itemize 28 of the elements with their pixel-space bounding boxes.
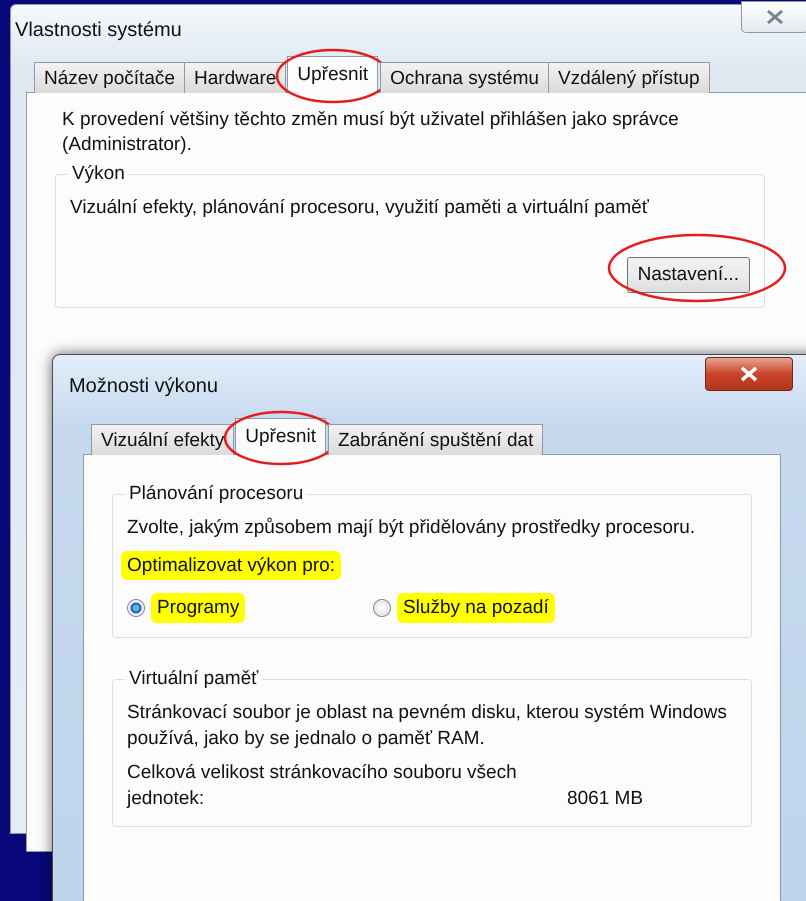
tab[interactable]: Hardware (184, 62, 286, 93)
settings-button[interactable]: Nastavení... (626, 257, 750, 293)
tab[interactable]: Ochrana systému (380, 62, 549, 93)
radio-label[interactable]: Služby na pozadí (397, 593, 555, 623)
close-button[interactable] (705, 357, 793, 391)
total-size-value: 8061 MB (567, 787, 644, 811)
window-title: Vlastnosti systému (15, 18, 182, 42)
group-title: Virtuální paměť (128, 668, 260, 690)
tab[interactable]: Upřesnit (287, 56, 378, 93)
radio-button[interactable] (127, 599, 145, 617)
group-description: Vizuální efekty, plánování procesoru, využití paměti a virtuální paměť (70, 196, 650, 220)
window-title: Možnosti výkonu (69, 374, 218, 398)
prompt-label: Optimalizovat výkon pro: (121, 551, 342, 580)
tab[interactable]: Upřesnit (235, 418, 326, 455)
intro-text: K provedení většiny těchto změn musí být uživatel přihlášen jako správce (Administrator). (62, 108, 680, 157)
tab[interactable]: Vzdálený přístup (548, 62, 710, 93)
tab[interactable]: Název počítače (34, 62, 185, 93)
close-icon (766, 9, 784, 25)
radio-button[interactable] (373, 599, 391, 617)
tab[interactable]: Vizuální efekty (91, 424, 234, 455)
group-title: Plánování procesoru (128, 483, 304, 505)
group-title: Výkon (71, 163, 126, 185)
total-size-label: Celková velikost stránkovacího souboru všech jednotek: (127, 761, 518, 811)
close-icon (739, 366, 759, 382)
group-description: Stránkovací soubor je oblast na pevném disku, kterou systém Windows používá, jako by se jednalo o paměť RAM. (127, 701, 728, 751)
radio-label[interactable]: Programy (151, 593, 246, 623)
group-description: Zvolte, jakým způsobem mají být přidělovány prostředky procesoru. (127, 516, 696, 540)
tab[interactable]: Zabránění spuštění dat (328, 424, 544, 455)
